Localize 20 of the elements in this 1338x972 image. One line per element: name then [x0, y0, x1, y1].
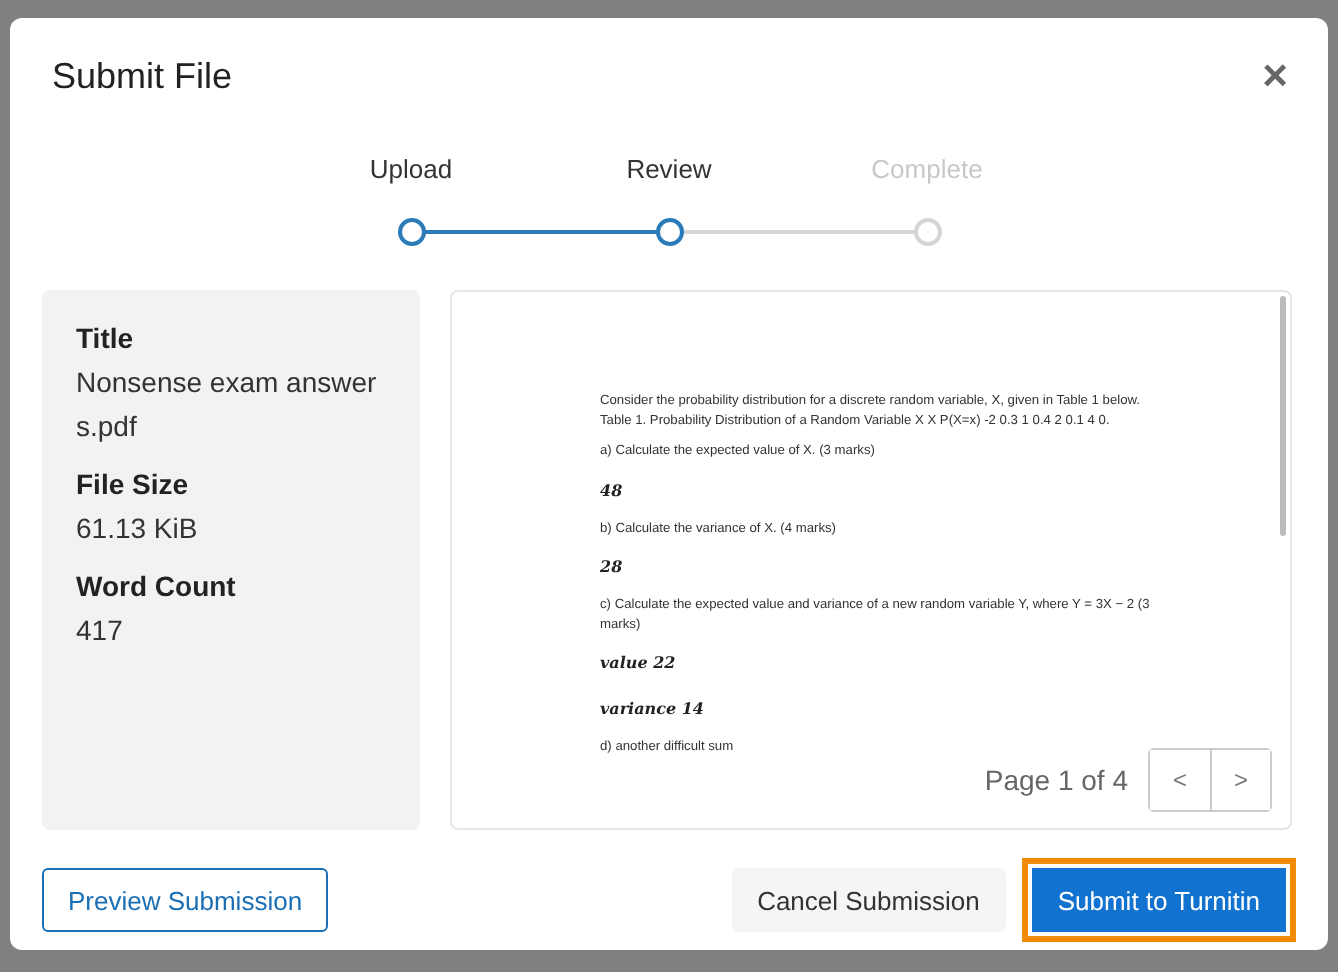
handwritten-answer: 28: [600, 556, 623, 576]
submit-button[interactable]: Submit to Turnitin: [1021, 858, 1296, 942]
detail-label: Title: [76, 322, 136, 354]
scrollbar[interactable]: [1280, 296, 1286, 536]
cancel-button[interactable]: Cancel Submission: [731, 868, 1006, 932]
next-page-button[interactable]: >: [1210, 750, 1270, 810]
detail-value: Nonsense exam answers.pdf: [76, 364, 379, 446]
preview-button[interactable]: Preview Submission: [42, 868, 329, 932]
step-label: Upload: [369, 154, 453, 188]
detail-value: 61.13 KiB: [76, 510, 200, 548]
detail-label: Word Count: [76, 570, 238, 602]
detail-label: File Size: [76, 468, 191, 500]
step-label: Review: [626, 154, 712, 188]
handwritten-answer: value 22: [600, 652, 676, 672]
handwritten-answer: 48: [600, 479, 623, 499]
handwritten-answer: variance 14: [600, 698, 704, 718]
page-indicator: Page 1 of 4: [984, 764, 1128, 796]
close-button[interactable]: ×: [1254, 54, 1296, 98]
dialog-title: Submit File: [52, 55, 233, 97]
detail-value: 417: [76, 612, 125, 650]
